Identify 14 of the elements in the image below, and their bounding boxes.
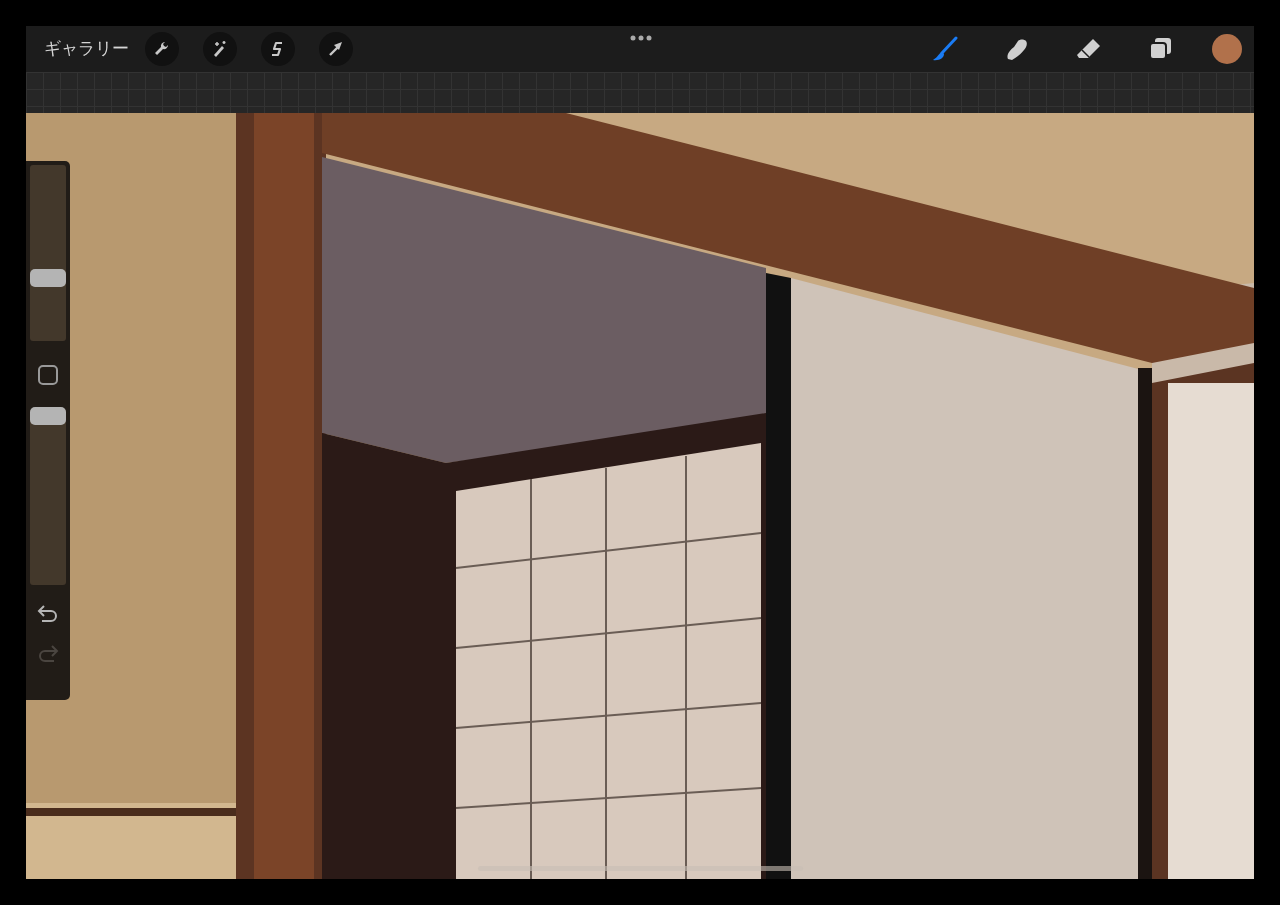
slider-thumb[interactable] (30, 407, 66, 426)
redo-icon (37, 644, 59, 662)
undo-icon (37, 604, 59, 622)
brush-size-slider[interactable] (30, 165, 66, 341)
gallery-link[interactable]: ギャラリー (44, 36, 129, 62)
wrench-tool-button[interactable] (145, 32, 179, 66)
transform-tool-button[interactable] (319, 32, 353, 66)
slider-thumb[interactable] (30, 268, 66, 287)
opacity-slider[interactable] (30, 409, 66, 585)
color-swatch[interactable] (1212, 34, 1242, 64)
more-icon[interactable] (629, 34, 653, 42)
selection-tool-button[interactable] (261, 32, 295, 66)
wand-tool-button[interactable] (203, 32, 237, 66)
modify-button[interactable] (38, 365, 58, 385)
